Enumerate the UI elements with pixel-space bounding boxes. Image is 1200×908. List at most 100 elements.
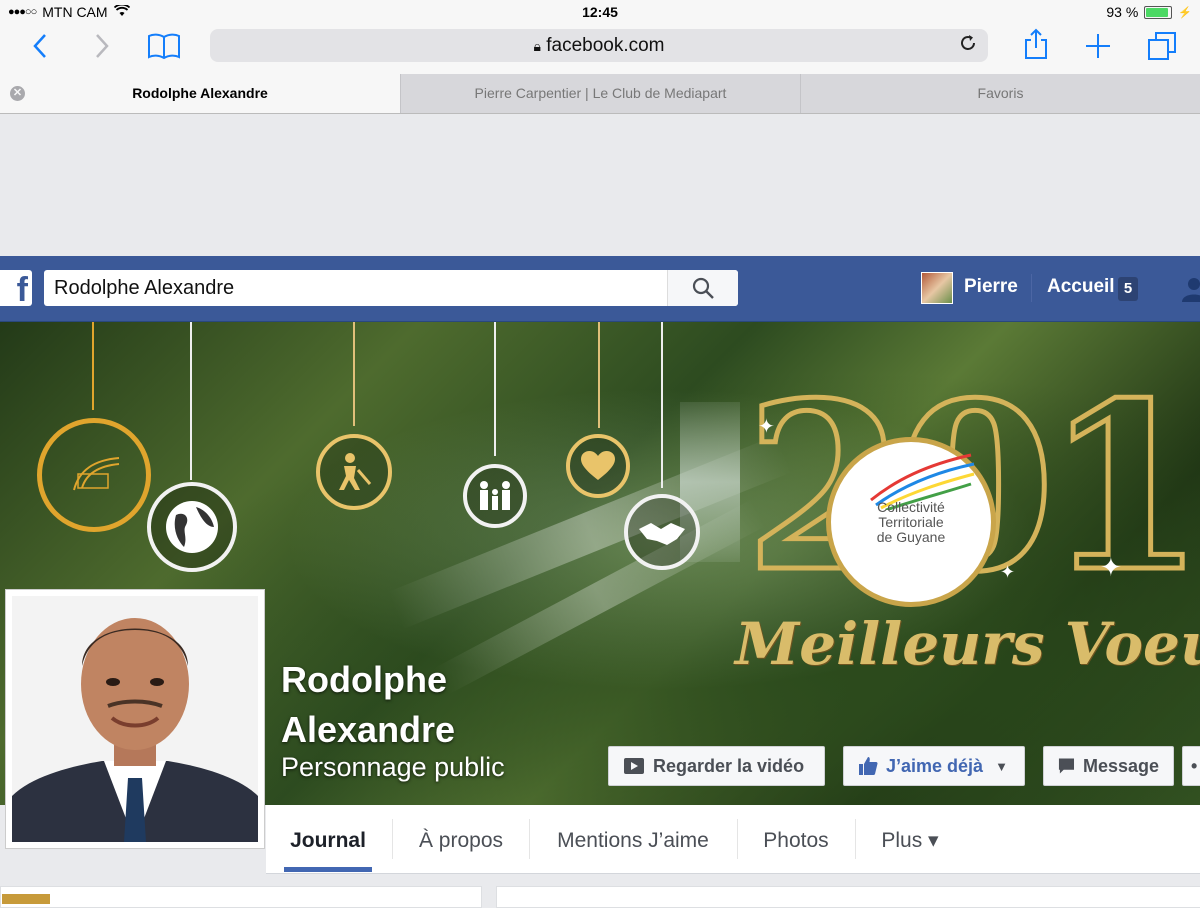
family-icon [480,481,510,510]
tab-rodolphe-alexandre[interactable]: Rodolphe Alexandre [0,74,400,113]
video-icon [624,758,644,774]
profile-picture[interactable] [5,589,265,849]
share-icon[interactable] [1016,24,1056,73]
profile-name-line: Alexandre [281,709,456,750]
profile-name-line: Rodolphe [281,659,447,700]
collectivite-logo: Collectivité Territoriale de Guyane [826,437,996,607]
bookmarks-icon[interactable] [144,24,184,73]
worker-icon [339,453,372,490]
left-column-card [0,886,482,908]
ornament-string [92,322,94,410]
lock-icon: 🔒︎ [533,38,541,54]
ornament-handshake [624,494,700,570]
like-button[interactable]: J’aime déjà ▼ [843,746,1025,786]
message-button[interactable]: Message [1043,746,1174,786]
more-icon: • [1191,755,1198,776]
close-tab-icon[interactable]: ✕ [10,86,25,101]
battery-percent: 93 % [1106,4,1139,20]
facebook-logo[interactable]: f [0,270,32,309]
ornament-family [463,464,527,528]
tab-photos[interactable]: Photos [751,805,841,873]
status-bar: ●●●○○ MTN CAM 12:45 93 % ⚡ [0,0,1200,24]
url-value: facebook.com [546,35,665,56]
logo-line: Collectivité [877,499,945,515]
home-notification-badge: 5 [1118,277,1138,301]
new-tab-icon[interactable] [1078,24,1118,72]
sparkle-icon: ✦ [1000,562,1016,582]
thumbnail-image [2,894,50,904]
watch-video-button[interactable]: Regarder la vidéo [608,746,825,786]
facebook-header: f Pierre Accueil [0,256,1200,322]
tab-separator [392,819,393,859]
clock: 12:45 [582,4,618,20]
right-column-card [496,886,1200,908]
url-text: 🔒︎ facebook.com [210,35,988,57]
tab-favoris[interactable]: Favoris [800,74,1200,113]
ornament-string [353,322,355,426]
friend-requests-icon[interactable] [1180,276,1200,307]
user-avatar[interactable] [921,272,953,304]
message-label: Message [1082,755,1159,776]
logo-line: de Guyane [876,529,946,545]
forward-icon[interactable] [82,24,122,72]
logo-line: Territoriale [878,514,944,530]
ornament-logo [37,418,151,532]
ornament-string [494,322,496,456]
more-options-button[interactable]: • [1182,746,1200,786]
tab-mentions-jaime[interactable]: Mentions J’aime [544,805,722,873]
reload-icon[interactable] [958,33,978,59]
tab-separator [529,819,530,859]
tab-label: Favoris [977,85,1024,101]
active-tab-indicator [284,867,372,872]
tab-label: Pierre Carpentier | Le Club de Mediapart [474,85,727,101]
message-icon [1058,758,1075,774]
collectivite-logo-icon [73,457,120,491]
page-blank-area [0,114,1200,256]
ornament-string [190,322,192,480]
status-right: 93 % ⚡ [1106,4,1192,20]
tab-label: À propos [418,829,504,852]
tab-plus[interactable]: Plus ▾ [870,805,950,873]
tab-mediapart[interactable]: Pierre Carpentier | Le Club de Mediapart [400,74,800,113]
globe-icon [166,501,218,553]
tab-separator [737,819,738,859]
tab-label: Photos [763,829,829,852]
tab-a-propos[interactable]: À propos [402,805,520,873]
ornament-heart [566,434,630,498]
tab-separator [855,819,856,859]
tab-label: Mentions J’aime [557,829,709,852]
charging-icon: ⚡ [1178,6,1192,19]
heart-icon [581,451,615,480]
ornament-worker [316,434,392,510]
facebook-search[interactable] [44,270,738,306]
greeting-text: Meilleurs Voeux [735,610,1200,678]
search-icon [692,277,714,299]
page-tab-bar: Journal À propos Mentions J’aime Photos … [266,805,1200,874]
search-input[interactable] [44,270,684,306]
profile-category: Personnage public [281,752,505,782]
back-icon[interactable] [20,24,60,72]
thumbs-up-icon [859,757,878,775]
tab-journal[interactable]: Journal [284,805,372,873]
watch-video-label: Regarder la vidéo [653,755,805,776]
ornament-globe [147,482,237,572]
ornament-string [661,322,663,488]
portrait-image [12,596,258,842]
tab-label: Plus ▾ [881,829,939,852]
tabs-overview-icon[interactable] [1142,24,1182,74]
sparkle-icon: ✦ [1100,552,1122,582]
battery-icon [1144,5,1173,19]
address-bar[interactable]: 🔒︎ facebook.com [210,29,988,62]
nav-home-link[interactable]: Accueil [1047,276,1115,298]
sparkle-icon: ✦ [758,416,775,438]
nav-divider [1031,274,1032,302]
handshake-icon [639,523,685,545]
profile-photo [12,596,258,842]
search-button[interactable] [667,270,738,306]
nav-profile-link[interactable]: Pierre [964,276,1018,298]
ornament-string [598,322,600,428]
tab-label: Rodolphe Alexandre [132,85,268,101]
browser-toolbar: 🔒︎ facebook.com [0,24,1200,74]
chevron-down-icon: ▼ [995,758,1008,774]
browser-tab-strip: Rodolphe Alexandre ✕ Pierre Carpentier |… [0,74,1200,114]
